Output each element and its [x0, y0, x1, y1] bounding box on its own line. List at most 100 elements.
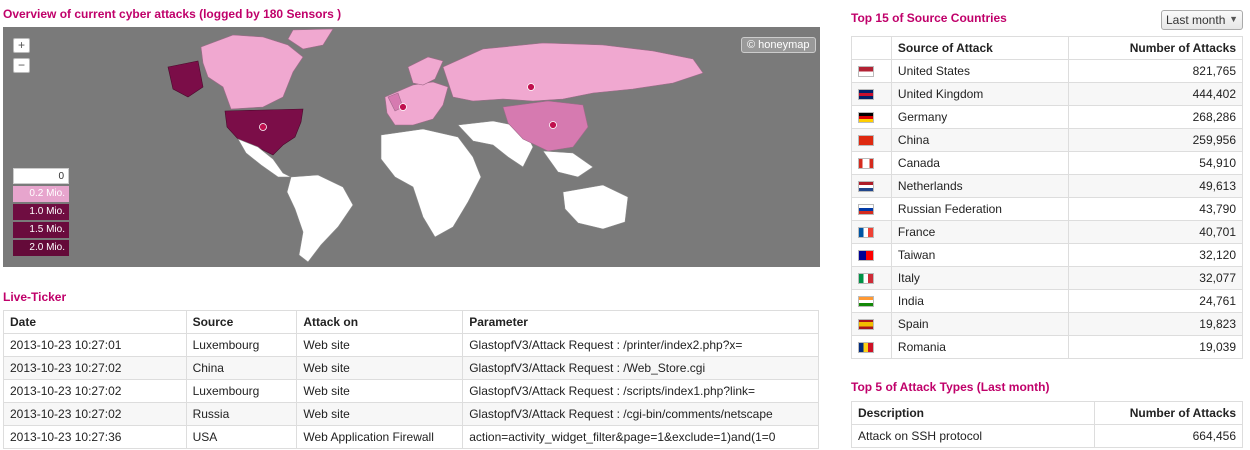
cell-parameter: GlastopfV3/Attack Request : /printer/ind… [462, 333, 819, 357]
column-header-description[interactable]: Description [850, 401, 1096, 425]
cell-attack-on: Web site [296, 356, 464, 380]
table-row: India 24,761 [851, 289, 1243, 313]
cell-country: Taiwan [890, 243, 1070, 267]
cell-source: USA [185, 425, 298, 449]
column-header-parameter[interactable]: Parameter [462, 310, 819, 334]
map-heading: Overview of current cyber attacks (logge… [3, 7, 342, 21]
cell-source: Russia [185, 402, 298, 426]
cell-date: 2013-10-23 10:27:02 [3, 379, 187, 403]
cell-country: Spain [890, 312, 1070, 336]
column-header-number-of-attacks[interactable]: Number of Attacks [1094, 401, 1243, 425]
cell-attack-on: Web Application Firewall [296, 425, 464, 449]
table-row: 2013-10-23 10:27:01 Luxembourg Web site … [3, 333, 819, 357]
table-row: 2013-10-23 10:27:02 Russia Web site Glas… [3, 402, 819, 426]
table-row: China 259,956 [851, 128, 1243, 152]
table-header-row: Date Source Attack on Parameter [3, 310, 819, 334]
ru-flag-icon [858, 204, 874, 216]
cell-attacks: 32,077 [1068, 266, 1243, 290]
table-header-row: Description Number of Attacks [850, 401, 1243, 425]
table-row: France 40,701 [851, 220, 1243, 244]
cell-country: Canada [890, 151, 1070, 175]
cell-attacks: 24,761 [1068, 289, 1243, 313]
uk-flag-icon [858, 89, 874, 101]
table-row: Attack on SSH protocol 664,456 [850, 424, 1243, 448]
table-row: Taiwan 32,120 [851, 243, 1243, 267]
cell-country: Netherlands [890, 174, 1070, 198]
world-map-graphic [167, 28, 704, 263]
in-flag-icon [858, 296, 874, 308]
chevron-down-icon: ▼ [1229, 14, 1238, 24]
cell-attacks: 821,765 [1068, 59, 1243, 83]
table-row: Spain 19,823 [851, 312, 1243, 336]
us-flag-icon [858, 66, 874, 78]
de-flag-icon [858, 112, 874, 124]
table-row: United Kingdom 444,402 [851, 82, 1243, 106]
cell-attacks: 19,039 [1068, 335, 1243, 359]
column-header-source-of-attack[interactable]: Source of Attack [890, 36, 1070, 60]
zoom-out-button[interactable]: − [13, 58, 30, 73]
cell-attacks: 664,456 [1094, 424, 1243, 448]
table-row: Romania 19,039 [851, 335, 1243, 359]
cell-parameter: GlastopfV3/Attack Request : /Web_Store.c… [462, 356, 819, 380]
nl-flag-icon [858, 181, 874, 193]
cell-attack-on: Web site [296, 402, 464, 426]
table-row: Italy 32,077 [851, 266, 1243, 290]
column-header-source[interactable]: Source [185, 310, 298, 334]
cn-flag-icon [858, 135, 874, 147]
period-select[interactable]: Last month ▼ [1161, 10, 1243, 30]
table-row: Canada 54,910 [851, 151, 1243, 175]
cell-source: Luxembourg [185, 333, 298, 357]
cell-attacks: 259,956 [1068, 128, 1243, 152]
cell-attacks: 444,402 [1068, 82, 1243, 106]
ro-flag-icon [858, 342, 874, 354]
cell-country: France [890, 220, 1070, 244]
attack-world-map[interactable]: + − © honeymap 0 0.2 Mio. 1.0 Mio. 1.5 M… [3, 27, 820, 267]
column-header-number-of-attacks[interactable]: Number of Attacks [1068, 36, 1243, 60]
cell-description: Attack on SSH protocol [850, 424, 1096, 448]
legend-item-2: 1.0 Mio. [13, 204, 69, 220]
cell-country: Russian Federation [890, 197, 1070, 221]
cell-attack-on: Web site [296, 333, 464, 357]
column-header-date[interactable]: Date [3, 310, 187, 334]
live-ticker-heading: Live-Ticker [3, 290, 67, 304]
cell-parameter: GlastopfV3/Attack Request : /scripts/ind… [462, 379, 819, 403]
table-row: 2013-10-23 10:27:36 USA Web Application … [3, 425, 819, 449]
table-header-row: Source of Attack Number of Attacks [851, 36, 1243, 60]
top-countries-table: Source of Attack Number of Attacks Unite… [851, 36, 1243, 359]
table-row: Germany 268,286 [851, 105, 1243, 129]
honeymap-badge[interactable]: © honeymap [741, 37, 816, 53]
it-flag-icon [858, 273, 874, 285]
tw-flag-icon [858, 250, 874, 262]
fr-flag-icon [858, 227, 874, 239]
legend-item-0: 0 [13, 168, 69, 184]
cell-country: China [890, 128, 1070, 152]
cell-country: Germany [890, 105, 1070, 129]
es-flag-icon [858, 319, 874, 331]
cell-attacks: 49,613 [1068, 174, 1243, 198]
zoom-in-button[interactable]: + [13, 38, 30, 53]
table-row: 2013-10-23 10:27:02 China Web site Glast… [3, 356, 819, 380]
column-header-attack-on[interactable]: Attack on [296, 310, 464, 334]
period-select-value: Last month [1166, 13, 1226, 27]
legend-item-1: 0.2 Mio. [13, 186, 69, 202]
cell-date: 2013-10-23 10:27:02 [3, 356, 187, 380]
table-row: Russian Federation 43,790 [851, 197, 1243, 221]
attack-types-heading: Top 5 of Attack Types (Last month) [851, 380, 1050, 394]
cell-source: China [185, 356, 298, 380]
ca-flag-icon [858, 158, 874, 170]
cell-source: Luxembourg [185, 379, 298, 403]
table-row: 2013-10-23 10:27:02 Luxembourg Web site … [3, 379, 819, 403]
cell-date: 2013-10-23 10:27:36 [3, 425, 187, 449]
attack-types-table: Description Number of Attacks Attack on … [850, 401, 1243, 448]
top-countries-heading: Top 15 of Source Countries [851, 11, 1007, 25]
cell-country: Romania [890, 335, 1070, 359]
cell-country: India [890, 289, 1070, 313]
cell-parameter: GlastopfV3/Attack Request : /cgi-bin/com… [462, 402, 819, 426]
cell-parameter: action=activity_widget_filter&page=1&exc… [462, 425, 819, 449]
cell-attacks: 43,790 [1068, 197, 1243, 221]
cell-attacks: 19,823 [1068, 312, 1243, 336]
live-ticker-table: Date Source Attack on Parameter 2013-10-… [3, 310, 819, 449]
cell-attacks: 40,701 [1068, 220, 1243, 244]
table-row: United States 821,765 [851, 59, 1243, 83]
cell-date: 2013-10-23 10:27:01 [3, 333, 187, 357]
